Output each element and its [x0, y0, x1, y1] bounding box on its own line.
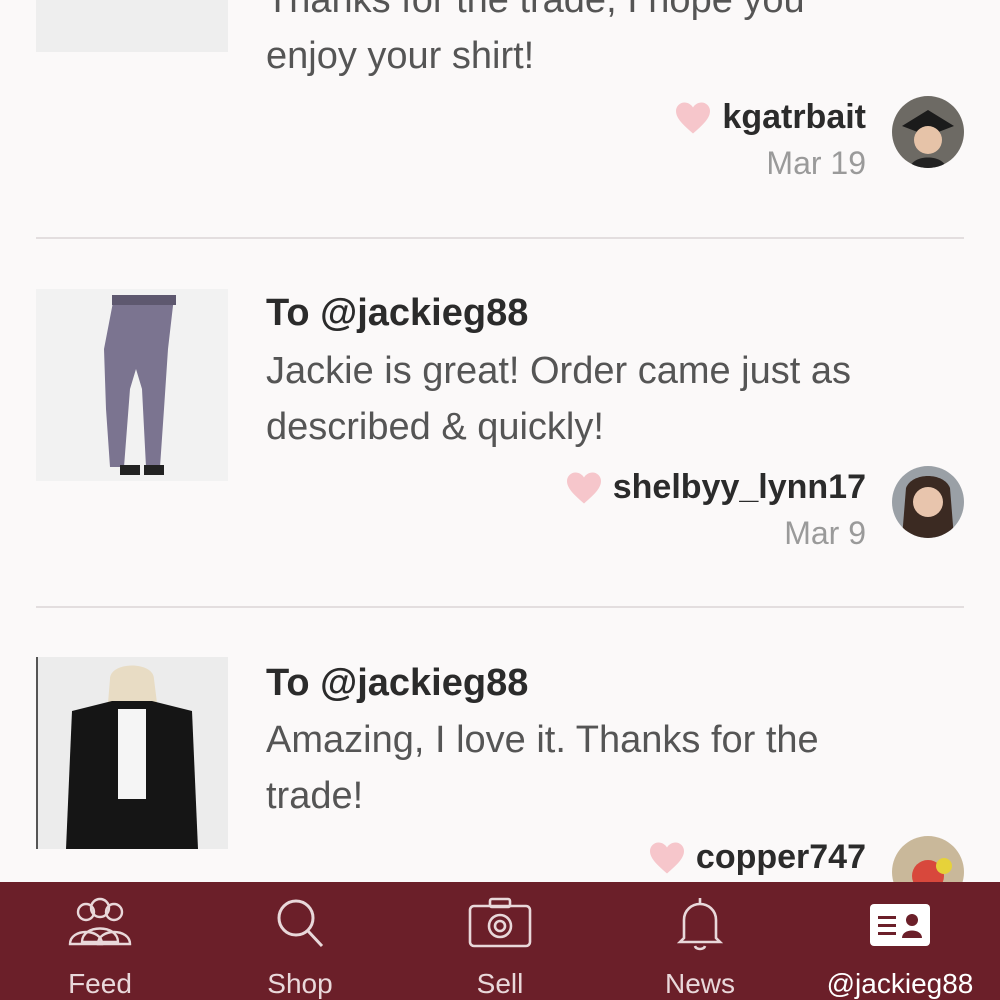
heart-icon[interactable] [565, 471, 603, 505]
review-meta: kgatrbait Mar 19 [674, 98, 866, 182]
review-text: Jackie is great! Order came just as desc… [266, 343, 956, 455]
review-text: Amazing, I love it. Thanks for the trade… [266, 712, 956, 824]
review-date: Mar 9 [784, 515, 866, 551]
tab-label: Shop [267, 968, 333, 999]
search-icon [277, 899, 324, 948]
reviewer-username[interactable]: kgatrbait [722, 98, 866, 137]
reviewer-username[interactable]: copper747 [696, 838, 866, 877]
reviewer-username[interactable]: shelbyy_lynn17 [613, 468, 866, 507]
review-text-line-2: trade! [266, 775, 364, 817]
bottom-tab-bar: Feed Shop Sell News @jackieg88 [0, 882, 1000, 1000]
review-meta: shelbyy_lynn17 Mar 9 [565, 468, 866, 552]
review-text-line-1: Jackie is great! Order came just as [266, 350, 851, 392]
people-icon [68, 897, 132, 946]
item-thumbnail[interactable] [36, 289, 228, 481]
tab-label: News [664, 968, 735, 999]
tab-sell[interactable]: Sell [400, 882, 600, 1000]
item-thumbnail[interactable] [36, 0, 228, 52]
reviewer-avatar[interactable] [892, 96, 964, 168]
tab-feed[interactable]: Feed [0, 882, 200, 1000]
tab-shop[interactable]: Shop [200, 882, 400, 1000]
review-meta: copper747 [648, 838, 866, 877]
reviewer-avatar[interactable] [892, 466, 964, 538]
bell-icon [676, 898, 724, 951]
camera-icon [468, 897, 532, 948]
review-text: Thanks for the trade, I hope you enjoy y… [266, 0, 956, 84]
review-text-line-2: enjoy your shirt! [266, 35, 535, 77]
review-recipient: To @jackieg88 [266, 662, 529, 704]
tab-news[interactable]: News [600, 882, 800, 1000]
divider [36, 606, 964, 608]
heart-icon[interactable] [674, 101, 712, 135]
divider [36, 237, 964, 239]
heart-icon[interactable] [648, 841, 686, 875]
profile-card-icon [870, 904, 930, 946]
item-thumbnail[interactable] [36, 657, 228, 849]
tab-label: @jackieg88 [826, 968, 974, 999]
review-date: Mar 19 [766, 145, 866, 181]
review-recipient: To @jackieg88 [266, 292, 529, 334]
review-text-line-2: described & quickly! [266, 406, 604, 448]
review-text-line-1: Amazing, I love it. Thanks for the [266, 719, 819, 761]
tab-profile[interactable]: @jackieg88 [800, 882, 1000, 1000]
review-text-line-1: Thanks for the trade, I hope you [266, 0, 805, 21]
tab-label: Sell [476, 968, 524, 999]
tab-label: Feed [68, 968, 132, 999]
